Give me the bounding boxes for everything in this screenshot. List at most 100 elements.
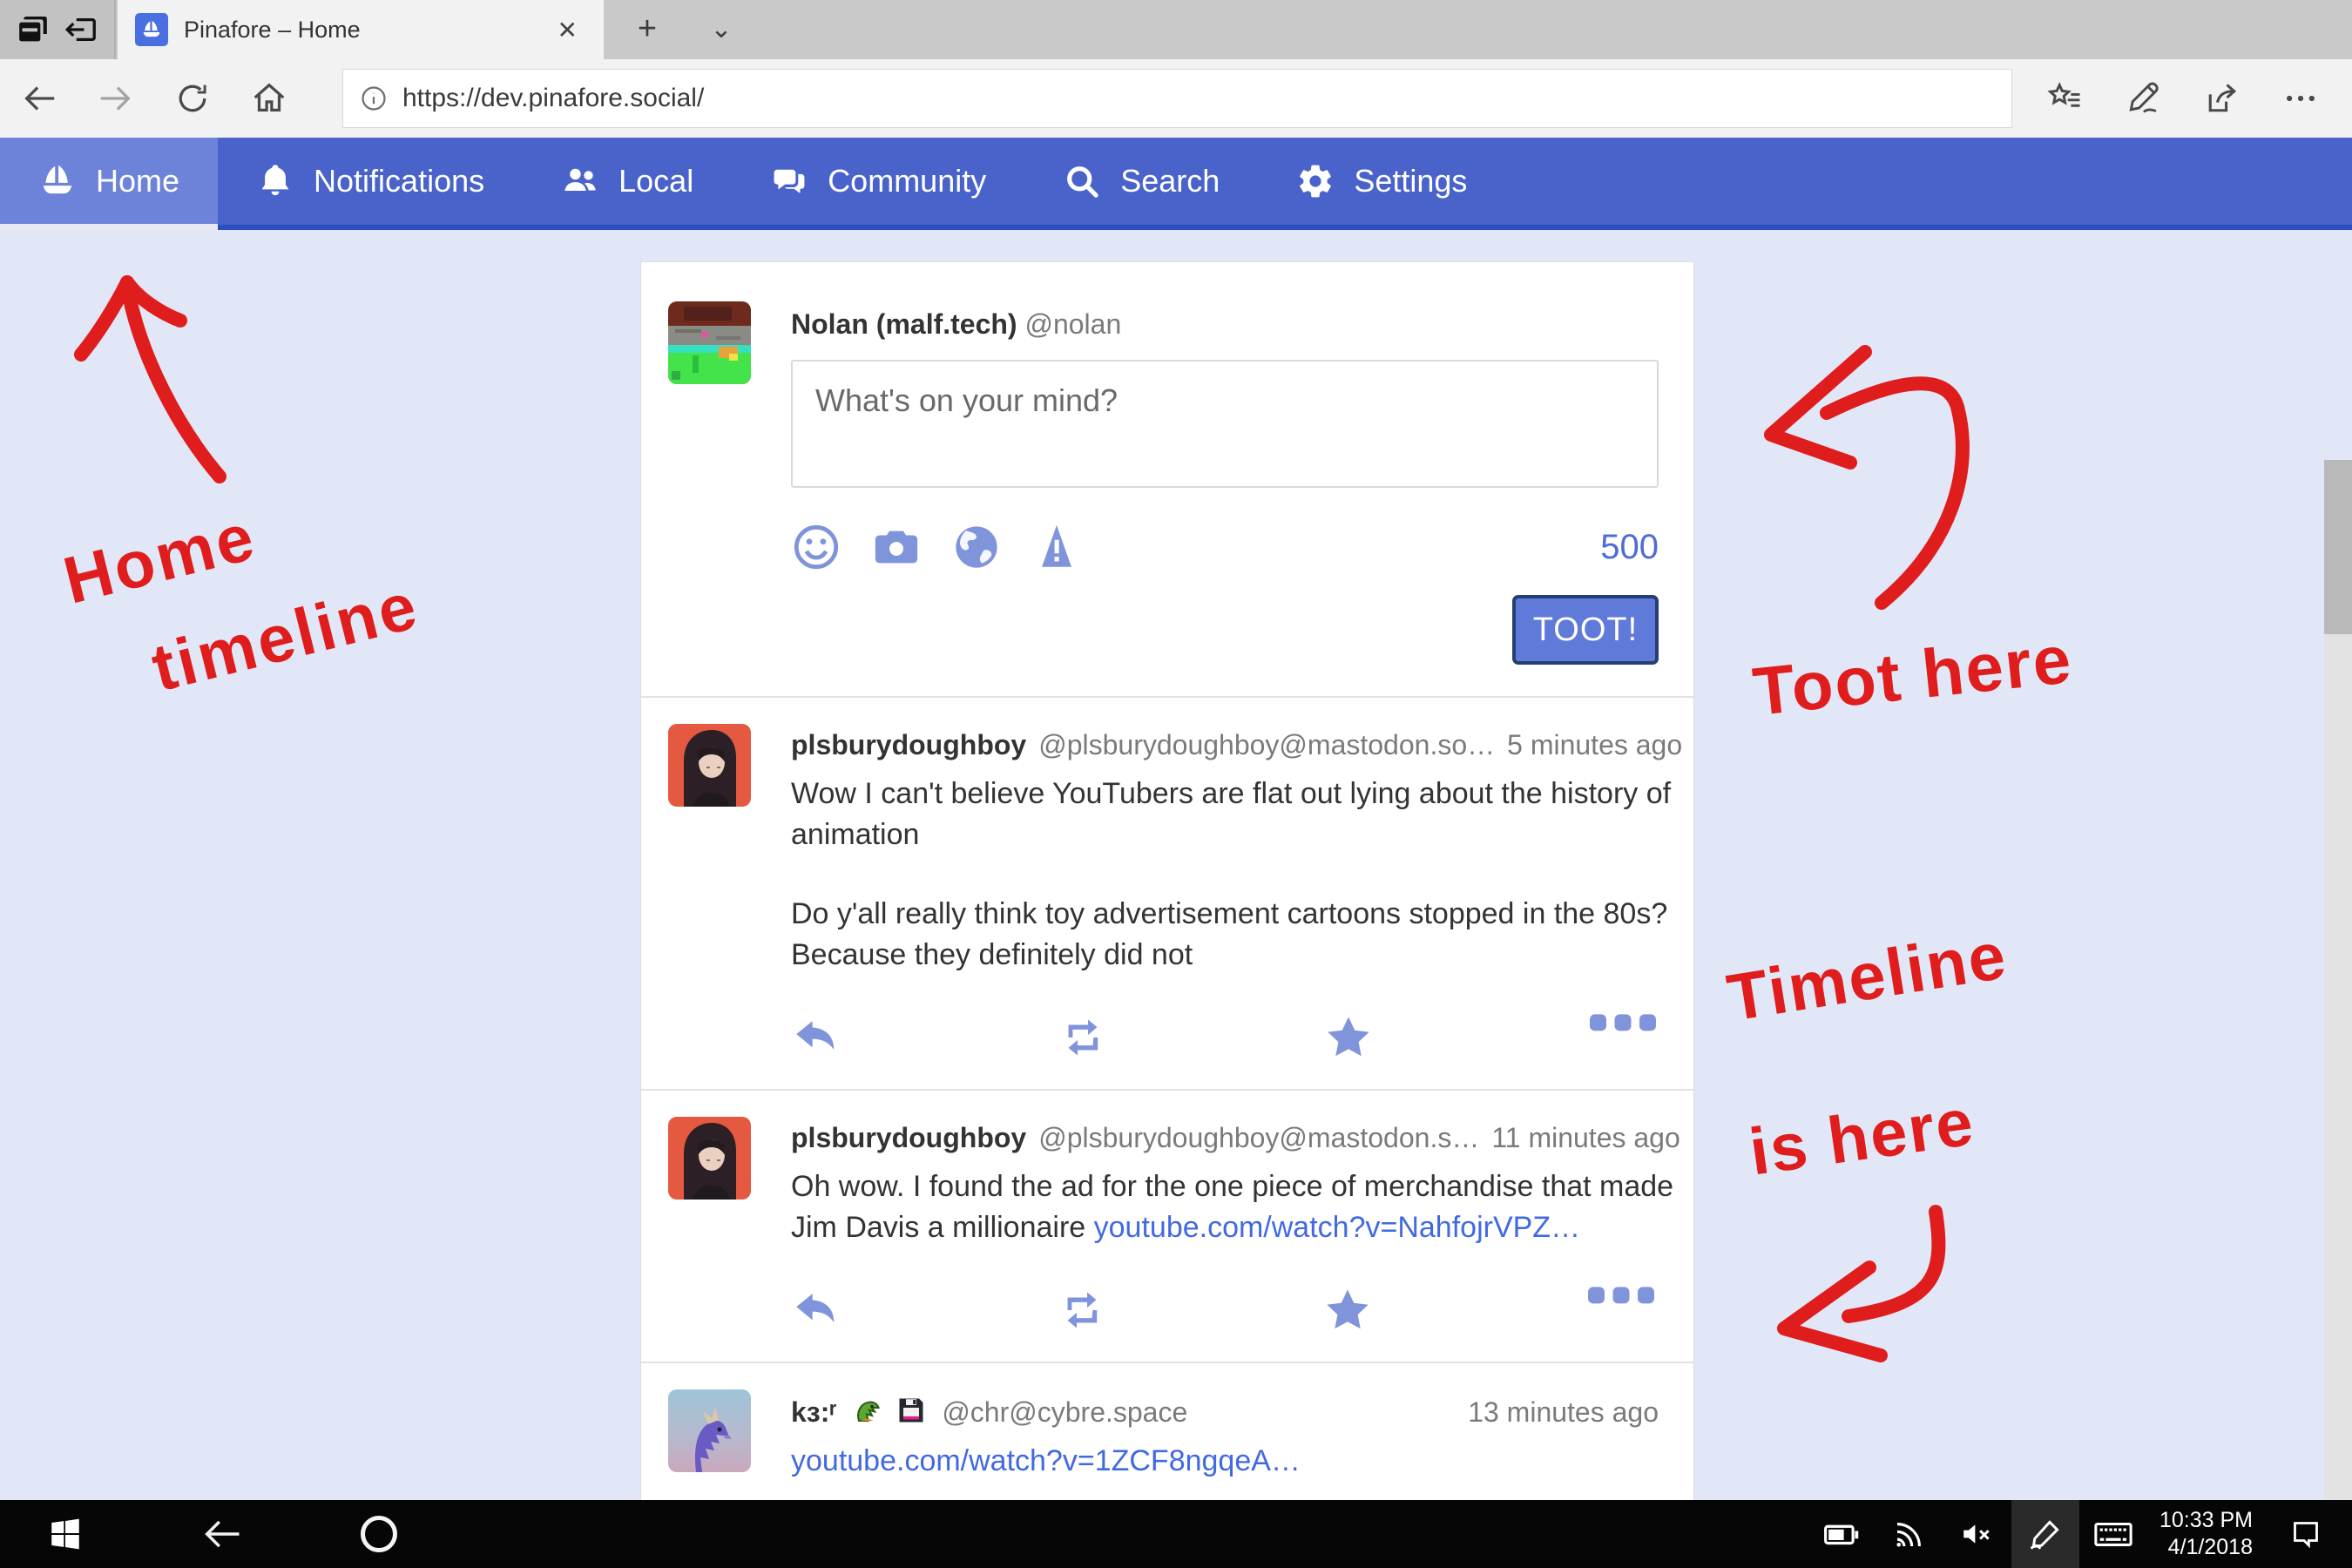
nav-label-settings: Settings [1354, 163, 1467, 199]
globe-visibility-icon[interactable] [951, 522, 1002, 572]
share-icon[interactable] [2183, 59, 2261, 138]
sailboat-icon [38, 162, 77, 200]
bell-icon [256, 162, 294, 200]
camera-icon[interactable] [871, 522, 922, 572]
post-handle: @chr@cybre.space [942, 1396, 1187, 1429]
character-count: 500 [1600, 528, 1659, 567]
custom-emoji-group [848, 1395, 929, 1429]
action-center-icon[interactable] [2272, 1500, 2340, 1568]
forward-button[interactable] [85, 59, 146, 138]
people-icon [561, 162, 599, 200]
cortana-circle-icon [361, 1516, 397, 1552]
compose-avatar[interactable] [668, 301, 751, 384]
nav-tab-notifications[interactable]: Notifications [218, 138, 523, 225]
pinafore-nav-bar: Home Notifications Local Community Searc… [0, 138, 2352, 230]
clock-time: 10:33 PM [2159, 1507, 2253, 1534]
cortana-button[interactable] [331, 1500, 427, 1568]
post-handle: @plsburydoughboy@mastodon.so… [1038, 729, 1495, 761]
timeline-page: Nolan (malf.tech) @nolan [0, 230, 2352, 1500]
post-handle: @plsburydoughboy@mastodon.s… [1038, 1122, 1479, 1154]
post-body: Wow I can't believe YouTubers are flat o… [791, 774, 1682, 976]
nav-tab-search[interactable]: Search [1024, 138, 1258, 225]
post-display-name[interactable]: plsburydoughboy [791, 1122, 1026, 1154]
boost-icon[interactable] [1058, 1012, 1108, 1063]
tab-preview-icon[interactable] [13, 10, 53, 50]
back-button[interactable] [9, 59, 70, 138]
more-options-icon[interactable] [2261, 59, 2340, 138]
compose-user-line: Nolan (malf.tech) @nolan [791, 301, 1659, 341]
post-timestamp[interactable]: 11 minutes ago [1491, 1122, 1680, 1154]
scrollbar-thumb[interactable] [2324, 460, 2352, 634]
post-link[interactable]: youtube.com/watch?v=1ZCF8ngqeA… [791, 1444, 1301, 1477]
emoji-picker-icon[interactable] [791, 522, 841, 572]
post-display-name[interactable]: plsburydoughboy [791, 729, 1026, 761]
compose-textarea[interactable] [791, 360, 1659, 488]
nav-tab-local[interactable]: Local [523, 138, 732, 225]
post-avatar[interactable] [668, 1389, 751, 1472]
windows-taskbar: 10:33 PM 4/1/2018 [0, 1500, 2352, 1568]
taskbar-clock[interactable]: 10:33 PM 4/1/2018 [2147, 1507, 2272, 1561]
browser-tab-strip: Pinafore – Home ✕ + ⌄ [0, 0, 2352, 59]
post-link[interactable]: youtube.com/watch?v=NahfojrVPZ… [1094, 1211, 1580, 1244]
timeline-post: plsburydoughboy @plsburydoughboy@mastodo… [641, 696, 1693, 1089]
post-body: Oh wow. I found the ad for the one piece… [791, 1166, 1680, 1248]
favorite-star-icon[interactable] [1323, 1012, 1374, 1063]
magnifier-icon [1063, 162, 1101, 200]
clock-date: 4/1/2018 [2159, 1534, 2253, 1561]
favorite-star-icon[interactable] [1322, 1285, 1373, 1335]
windows-ink-workspace-icon[interactable] [2011, 1500, 2079, 1568]
timeline-post: kз:ʳ @chr@cybre.space 13 minutes ago you… [641, 1362, 1693, 1500]
tab-title: Pinafore – Home [184, 17, 533, 44]
wifi-icon[interactable] [1876, 1500, 1943, 1568]
browser-tab-pinafore[interactable]: Pinafore – Home ✕ [118, 0, 604, 59]
battery-icon[interactable] [1808, 1500, 1876, 1568]
post-body: youtube.com/watch?v=1ZCF8ngqeA… [791, 1441, 1659, 1482]
address-bar[interactable]: https://dev.pinafore.social/ [342, 69, 2012, 128]
post-timestamp[interactable]: 13 minutes ago [1468, 1396, 1659, 1429]
site-info-icon[interactable] [359, 84, 389, 113]
volume-muted-icon[interactable] [1943, 1500, 2011, 1568]
post-timestamp[interactable]: 5 minutes ago [1507, 729, 1682, 761]
post-avatar[interactable] [668, 1117, 751, 1200]
more-actions-icon[interactable] [1590, 1012, 1656, 1063]
set-tabs-aside-icon[interactable] [61, 10, 101, 50]
nav-label-community: Community [828, 163, 986, 199]
start-button[interactable] [17, 1500, 113, 1568]
windows-ink-icon[interactable] [2105, 59, 2183, 138]
post-avatar[interactable] [668, 724, 751, 807]
reply-icon[interactable] [791, 1012, 841, 1063]
timeline-post: plsburydoughboy @plsburydoughboy@mastodo… [641, 1089, 1693, 1362]
url-text: https://dev.pinafore.social/ [402, 84, 704, 113]
home-button[interactable] [239, 59, 300, 138]
refresh-button[interactable] [162, 59, 223, 138]
chat-bubbles-icon [770, 162, 808, 200]
favorites-hub-icon[interactable] [2026, 59, 2105, 138]
toot-button[interactable]: TOOT! [1512, 595, 1659, 665]
new-tab-button[interactable]: + [623, 10, 672, 48]
compose-box: Nolan (malf.tech) @nolan [641, 262, 1693, 696]
tab-strip-left-controls [0, 0, 116, 59]
nav-label-search: Search [1120, 163, 1220, 199]
more-actions-icon[interactable] [1588, 1285, 1654, 1335]
content-warning-icon[interactable] [1031, 522, 1082, 572]
nav-tab-settings[interactable]: Settings [1258, 138, 1505, 225]
compose-handle: @nolan [1024, 308, 1121, 340]
nav-label-local: Local [618, 163, 693, 199]
page-scrollbar[interactable] [2324, 460, 2352, 1500]
tab-close-button[interactable]: ✕ [549, 12, 586, 48]
taskbar-back-button[interactable] [174, 1500, 270, 1568]
pinafore-favicon-icon [135, 13, 168, 46]
nav-tab-home[interactable]: Home [0, 138, 218, 225]
reply-icon[interactable] [791, 1285, 841, 1335]
post-display-name[interactable]: kз:ʳ [791, 1396, 836, 1429]
floppy-disk-emoji-icon [896, 1395, 927, 1426]
nav-label-notifications: Notifications [314, 163, 484, 199]
boost-icon[interactable] [1057, 1285, 1107, 1335]
nav-label-home: Home [96, 163, 179, 199]
nav-tab-community[interactable]: Community [732, 138, 1024, 225]
dragon-emoji-icon [851, 1395, 882, 1426]
gear-icon [1296, 162, 1335, 200]
touch-keyboard-icon[interactable] [2079, 1500, 2147, 1568]
compose-display-name: Nolan (malf.tech) [791, 308, 1017, 340]
tab-list-dropdown-button[interactable]: ⌄ [697, 14, 746, 44]
